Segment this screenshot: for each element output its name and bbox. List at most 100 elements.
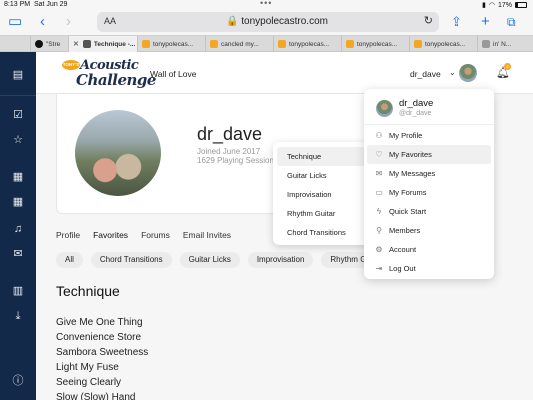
signal-icon: ▮ xyxy=(482,2,486,9)
song-item[interactable]: Give Me One Thing xyxy=(56,315,148,330)
envelope-icon: ✉ xyxy=(375,169,383,178)
song-item[interactable]: Sambora Sweetness xyxy=(56,345,148,360)
menu-item-my-profile[interactable]: ⚇ My Profile xyxy=(367,126,491,145)
share-icon[interactable]: ⇪ xyxy=(451,13,462,31)
tabs-overview-icon[interactable]: ⧉ xyxy=(507,13,516,31)
user-dropdown-menu: dr_dave @dr_dave ⚇ My Profile ♡ My Favorit… xyxy=(364,89,494,279)
browser-tab[interactable]: tonypolecas... xyxy=(341,36,409,52)
menu-item-members[interactable]: ⚲ Members xyxy=(367,221,491,240)
menu-item-log-out[interactable]: ⇥ Log Out xyxy=(367,259,491,278)
dropdown-avatar xyxy=(376,100,393,117)
search-icon: ⚲ xyxy=(376,226,382,235)
logo-line-2: Challenge xyxy=(76,71,156,89)
menu-item-my-forums[interactable]: ▭ My Forums xyxy=(367,183,491,202)
heart-icon: ♡ xyxy=(375,150,383,159)
notification-badge: 2 xyxy=(504,63,511,70)
tab-favicon xyxy=(210,40,218,48)
profile-photo xyxy=(75,110,161,196)
menu-item-my-messages[interactable]: ✉ My Messages xyxy=(367,164,491,183)
profile-name: dr_dave xyxy=(197,124,263,144)
calendar-icon[interactable]: ▦ xyxy=(0,171,36,183)
browser-tab[interactable]: tonypolecas... xyxy=(137,36,205,52)
browser-tab[interactable]: tonypolecas... xyxy=(273,36,341,52)
dropdown-divider xyxy=(364,124,494,125)
user-icon: ⚇ xyxy=(375,131,383,140)
menu-item-account[interactable]: ⚙ Account xyxy=(367,240,491,259)
favorites-filter-chips: All Chord Transitions Guitar Licks Impro… xyxy=(56,252,391,268)
download-icon[interactable]: ⤓ xyxy=(0,310,36,322)
forward-icon[interactable]: › xyxy=(66,13,71,31)
address-bar[interactable]: AA 🔒 tonypolecastro.com ↻ xyxy=(97,12,439,32)
profile-sessions: 1629 Playing Sessions xyxy=(197,156,278,165)
chat-icon: ▭ xyxy=(375,188,383,197)
lock-icon: 🔒 xyxy=(226,16,239,27)
new-tab-icon[interactable]: + xyxy=(481,13,490,31)
site-logo[interactable]: TONY'S Acoustic Challenge xyxy=(62,56,156,90)
tab-favicon xyxy=(82,40,91,48)
map-icon[interactable]: ▥ xyxy=(0,285,36,297)
browser-tab[interactable]: in' N... xyxy=(477,36,533,52)
chevron-down-icon[interactable]: ⌄ xyxy=(449,68,456,77)
filter-chip-all[interactable]: All xyxy=(56,252,83,268)
reload-icon[interactable]: ↻ xyxy=(424,14,433,27)
browser-tab[interactable]: cancled my... xyxy=(205,36,273,52)
help-icon[interactable]: ⓘ xyxy=(0,375,36,387)
sidebar-collapse-icon[interactable]: ▤ xyxy=(0,69,36,81)
tab-favicon xyxy=(142,40,150,48)
music-note-icon[interactable]: ♫ xyxy=(0,223,36,235)
close-tab-icon[interactable]: ✕ xyxy=(73,40,79,48)
user-avatar[interactable] xyxy=(459,64,477,82)
back-icon[interactable]: ‹ xyxy=(40,13,45,31)
profile-tabs: Profile Favorites Forums Email Invites xyxy=(56,230,231,242)
sidebar-toggle-icon[interactable]: ▭ xyxy=(8,13,22,31)
browser-tab[interactable]: tonypolecas... xyxy=(409,36,477,52)
multitask-dots[interactable]: ••• xyxy=(260,0,272,8)
filter-chip-guitar-licks[interactable]: Guitar Licks xyxy=(179,252,240,268)
battery-percent: 17% xyxy=(497,1,512,9)
status-time: 8:13 PM Sat Jun 29 xyxy=(4,1,68,8)
tab-profile[interactable]: Profile xyxy=(56,230,80,242)
submenu-item-chord-transitions[interactable]: Chord Transitions xyxy=(277,223,366,242)
song-item[interactable]: Seeing Clearly xyxy=(56,375,148,390)
browser-tab-active[interactable]: ✕ Technique -... xyxy=(68,36,137,52)
filter-chip-improvisation[interactable]: Improvisation xyxy=(247,252,314,268)
bolt-icon: ϟ xyxy=(376,207,382,216)
section-title: Technique xyxy=(56,283,120,299)
song-item[interactable]: Convenience Store xyxy=(56,330,148,345)
menu-item-quick-start[interactable]: ϟ Quick Start xyxy=(367,202,491,221)
song-item[interactable]: Light My Fuse xyxy=(56,360,148,375)
calendar-alt-icon[interactable]: ▦ xyxy=(0,196,36,208)
tab-forums[interactable]: Forums xyxy=(141,230,170,242)
nav-wall-of-love[interactable]: Wall of Love xyxy=(150,69,196,79)
submenu-item-rhythm-guitar[interactable]: Rhythm Guitar xyxy=(277,204,366,223)
sidebar-divider xyxy=(0,95,36,96)
logout-icon: ⇥ xyxy=(375,264,383,273)
checklist-icon[interactable]: ☑ xyxy=(0,109,36,121)
submenu-item-technique[interactable]: Technique xyxy=(277,147,366,166)
filter-chip-chord-transitions[interactable]: Chord Transitions xyxy=(90,252,172,268)
chat-icon[interactable]: ✉ xyxy=(0,248,36,260)
submenu-item-improvisation[interactable]: Improvisation xyxy=(277,185,366,204)
tab-favicon xyxy=(482,40,490,48)
tab-favicon xyxy=(278,40,286,48)
site-header: TONY'S Acoustic Challenge Wall of Love d… xyxy=(36,52,533,94)
status-right: ▮ ◠ 17% xyxy=(482,1,527,9)
tab-favicon xyxy=(346,40,354,48)
user-menu-name[interactable]: dr_dave xyxy=(410,69,441,79)
submenu-item-guitar-licks[interactable]: Guitar Licks xyxy=(277,166,366,185)
song-list: Give Me One Thing Convenience Store Samb… xyxy=(56,315,148,400)
tab-favorites[interactable]: Favorites xyxy=(93,230,128,242)
url-text[interactable]: 🔒 tonypolecastro.com xyxy=(97,16,439,27)
favorites-submenu: Technique Guitar Licks Improvisation Rhy… xyxy=(273,142,370,245)
browser-tabs: "Stre ✕ Technique -... tonypolecas... ca… xyxy=(0,35,533,52)
browser-tab[interactable]: "Stre xyxy=(30,36,68,52)
menu-item-my-favorites[interactable]: ♡ My Favorites xyxy=(367,145,491,164)
profile-joined: Joined June 2017 xyxy=(197,147,261,156)
dropdown-username: dr_dave xyxy=(399,98,434,109)
star-icon[interactable]: ☆ xyxy=(0,134,36,146)
battery-icon xyxy=(515,2,527,8)
song-item[interactable]: Slow (Slow) Hand xyxy=(56,390,148,400)
browser-toolbar: ▭ ‹ › AA 🔒 tonypolecastro.com ↻ ⇪ + ⧉ xyxy=(0,10,533,35)
tab-email-invites[interactable]: Email Invites xyxy=(183,230,231,242)
tab-favicon xyxy=(35,40,43,48)
